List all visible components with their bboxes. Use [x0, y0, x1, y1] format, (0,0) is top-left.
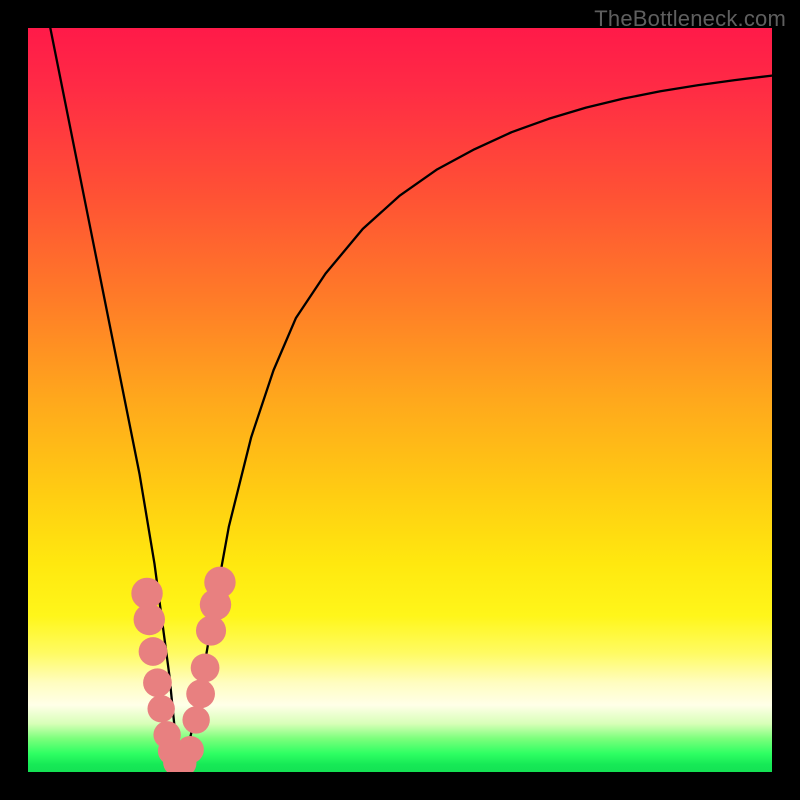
curve-marker [176, 736, 203, 763]
plot-area [28, 28, 772, 772]
curve-marker [147, 695, 174, 722]
curve-marker [204, 567, 235, 598]
marker-group [131, 567, 235, 772]
chart-frame: TheBottleneck.com [0, 0, 800, 800]
curve-marker [134, 604, 165, 635]
curve-marker [182, 706, 209, 733]
curve-marker [139, 637, 168, 666]
curve-marker [186, 680, 215, 709]
curve-marker [196, 616, 226, 646]
curve-marker [143, 668, 172, 697]
chart-svg [28, 28, 772, 772]
curve-marker [191, 653, 220, 682]
